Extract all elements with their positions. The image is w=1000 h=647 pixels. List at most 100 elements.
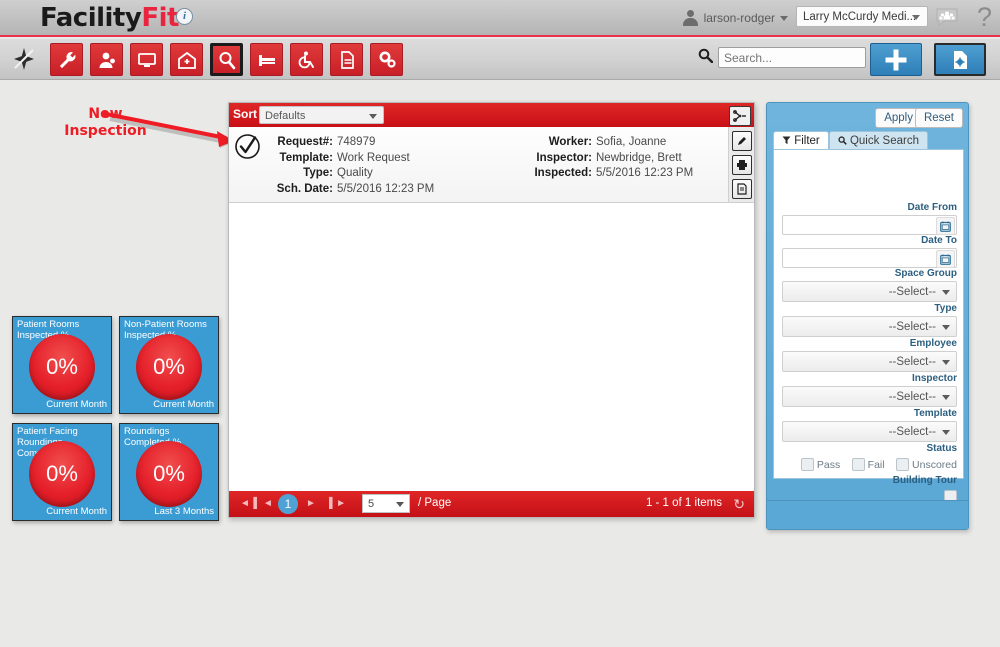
pagination-last-button[interactable]: ▌► bbox=[329, 499, 346, 509]
page-copy-icon[interactable] bbox=[732, 179, 752, 199]
record-field-label: Request#: bbox=[266, 136, 333, 149]
table-row[interactable]: Request#: 748979 Template: Work Request … bbox=[229, 127, 754, 203]
toolbar-item-inspections[interactable] bbox=[210, 43, 243, 76]
toolbar-item-home-plus[interactable] bbox=[170, 43, 203, 76]
tab-quick-search[interactable]: Quick Search bbox=[829, 131, 928, 151]
info-icon[interactable]: i bbox=[176, 8, 193, 25]
search-icon bbox=[698, 48, 713, 68]
check-circle-icon[interactable] bbox=[234, 133, 261, 160]
status-checkbox-fail[interactable] bbox=[852, 458, 865, 471]
filter-date-from: Date From bbox=[782, 202, 957, 235]
chevron-down-icon bbox=[396, 502, 404, 507]
record-left-fields: Request#: 748979 Template: Work Request … bbox=[266, 136, 434, 198]
template-dropdown[interactable]: --Select-- bbox=[782, 421, 957, 442]
toolbar-item-monitor[interactable] bbox=[130, 43, 163, 76]
record-field-value: Sofia, Joanne bbox=[596, 136, 666, 149]
top-header-bar: FacilityFit® i larson-rodger Larry McCur… bbox=[0, 0, 1000, 37]
tab-filter[interactable]: Filter bbox=[773, 131, 829, 151]
filter-employee-label: Employee bbox=[782, 338, 957, 349]
sort-dropdown[interactable]: Defaults bbox=[259, 106, 384, 124]
search-input[interactable] bbox=[718, 47, 866, 68]
toolbar-item-wheelchair[interactable] bbox=[290, 43, 323, 76]
toolbar-item-bed[interactable] bbox=[250, 43, 283, 76]
chevron-down-icon bbox=[942, 290, 950, 295]
calendar-icon[interactable] bbox=[936, 217, 955, 235]
tab-quick-search-label: Quick Search bbox=[850, 135, 919, 147]
user-menu[interactable]: larson-rodger bbox=[683, 7, 788, 29]
refresh-icon[interactable]: ↻ bbox=[733, 496, 745, 513]
record-field-value: 5/5/2016 12:23 PM bbox=[596, 167, 693, 180]
filter-space-group: Space Group --Select-- bbox=[782, 268, 957, 302]
kpi-tile-non-patient-rooms[interactable]: Non-Patient Rooms Inspected % 0% Current… bbox=[119, 316, 219, 414]
space-group-dropdown[interactable]: --Select-- bbox=[782, 281, 957, 302]
export-cut-button[interactable] bbox=[729, 106, 751, 126]
chevron-down-icon bbox=[942, 360, 950, 365]
toolbar-item-settings[interactable] bbox=[370, 43, 403, 76]
toolbar-item-person[interactable] bbox=[90, 43, 123, 76]
logo-text-primary: Facility bbox=[40, 3, 141, 33]
chevron-down-icon bbox=[942, 325, 950, 330]
new-document-button[interactable] bbox=[934, 43, 986, 76]
type-dropdown[interactable]: --Select-- bbox=[782, 316, 957, 337]
logo-text-accent: Fit bbox=[141, 3, 179, 33]
record-field-label: Worker: bbox=[529, 136, 592, 149]
add-button[interactable] bbox=[870, 43, 922, 76]
date-from-input[interactable] bbox=[782, 215, 957, 235]
edit-pencil-icon[interactable] bbox=[732, 131, 752, 151]
kpi-tile-roundings-completed[interactable]: Roundings Completed % 0% Last 3 Months bbox=[119, 423, 219, 521]
compass-star-icon[interactable] bbox=[12, 47, 36, 71]
pagination-item-count: 1 - 1 of 1 items bbox=[646, 497, 722, 509]
inspections-grid-panel: Sort Defaults Request#: 748979 Template:… bbox=[228, 102, 755, 518]
annotation-arrow bbox=[100, 108, 245, 153]
tab-filter-label: Filter bbox=[794, 135, 820, 147]
kpi-period: Current Month bbox=[153, 399, 214, 410]
pagination-next-button[interactable]: ► bbox=[306, 499, 316, 509]
facility-selector[interactable]: Larry McCurdy Medi... bbox=[796, 6, 928, 27]
chat-people-icon[interactable] bbox=[936, 8, 958, 26]
toolbar-item-document[interactable] bbox=[330, 43, 363, 76]
page-size-dropdown[interactable]: 5 bbox=[362, 494, 410, 513]
status-checkbox-unscored[interactable] bbox=[896, 458, 909, 471]
filter-inspector: Inspector --Select-- bbox=[782, 373, 957, 407]
pagination-page-1[interactable]: 1 bbox=[278, 494, 298, 514]
filter-date-to: Date To bbox=[782, 235, 957, 268]
filter-space-group-label: Space Group bbox=[782, 268, 957, 279]
print-icon[interactable] bbox=[732, 155, 752, 175]
calendar-icon[interactable] bbox=[936, 250, 955, 268]
kpi-value: 0% bbox=[29, 334, 95, 400]
inspector-dropdown[interactable]: --Select-- bbox=[782, 386, 957, 407]
pagination-prev-button[interactable]: ◄ bbox=[263, 499, 273, 509]
avatar bbox=[683, 10, 698, 26]
date-to-input[interactable] bbox=[782, 248, 957, 268]
filter-date-to-label: Date To bbox=[782, 235, 957, 246]
facility-selector-value: Larry McCurdy Medi... bbox=[803, 11, 916, 23]
record-field-value: Quality bbox=[337, 167, 373, 180]
reset-button[interactable]: Reset bbox=[915, 108, 963, 128]
toolbar-search bbox=[698, 47, 866, 68]
record-field-label: Type: bbox=[266, 167, 333, 180]
inspector-value: --Select-- bbox=[889, 391, 936, 403]
pagination-bar: ◄▐ ◄ 1 ► ▌► 5 / Page 1 - 1 of 1 items ↻ bbox=[229, 491, 754, 517]
help-icon[interactable]: ? bbox=[977, 2, 992, 33]
kpi-period: Last 3 Months bbox=[154, 506, 214, 517]
kpi-tile-patient-rooms[interactable]: Patient Rooms Inspected % 0% Current Mon… bbox=[12, 316, 112, 414]
toolbar-item-wrench[interactable] bbox=[50, 43, 83, 76]
app-logo[interactable]: FacilityFit® bbox=[40, 3, 187, 33]
kpi-tile-patient-facing-roundings[interactable]: Patient Facing Roundings Completed 0% Cu… bbox=[12, 423, 112, 521]
status-checkbox-pass[interactable] bbox=[801, 458, 814, 471]
filter-employee: Employee --Select-- bbox=[782, 338, 957, 372]
record-field-label: Inspector: bbox=[529, 152, 592, 165]
chevron-down-icon bbox=[942, 430, 950, 435]
record-field-label: Template: bbox=[266, 152, 333, 165]
filter-date-from-label: Date From bbox=[782, 202, 957, 213]
status-label-pass: Pass bbox=[817, 459, 840, 471]
template-value: --Select-- bbox=[889, 426, 936, 438]
record-field: Request#: 748979 bbox=[266, 136, 434, 149]
filter-type: Type --Select-- bbox=[782, 303, 957, 337]
filter-panel-tabs: Filter Quick Search bbox=[773, 131, 928, 151]
employee-dropdown[interactable]: --Select-- bbox=[782, 351, 957, 372]
pagination-first-button[interactable]: ◄▐ bbox=[240, 499, 257, 509]
chevron-down-icon bbox=[942, 395, 950, 400]
filter-panel: Apply Reset Filter Quick Search Date Fro… bbox=[766, 102, 969, 530]
kpi-period: Current Month bbox=[46, 399, 107, 410]
